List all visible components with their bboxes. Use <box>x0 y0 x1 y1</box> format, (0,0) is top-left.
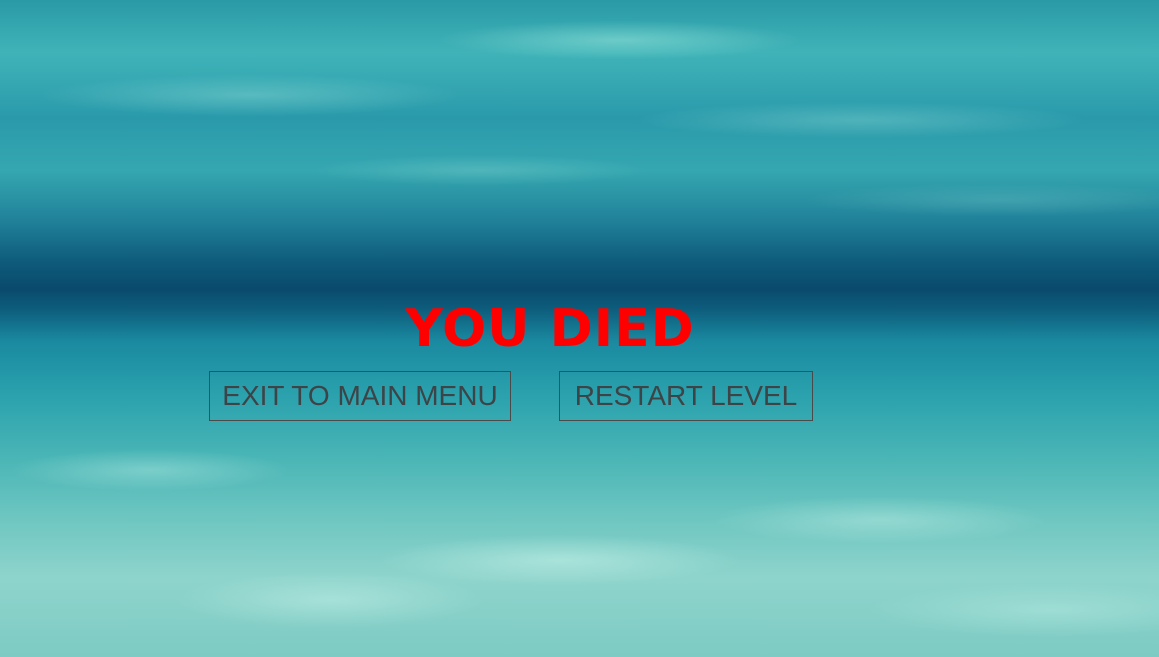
game-over-title-text: YOU DIED <box>405 299 695 359</box>
game-over-title: YOU DIED <box>0 298 1100 360</box>
restart-level-button[interactable]: RESTART LEVEL <box>559 371 813 421</box>
exit-to-main-menu-button[interactable]: EXIT TO MAIN MENU <box>209 371 511 421</box>
